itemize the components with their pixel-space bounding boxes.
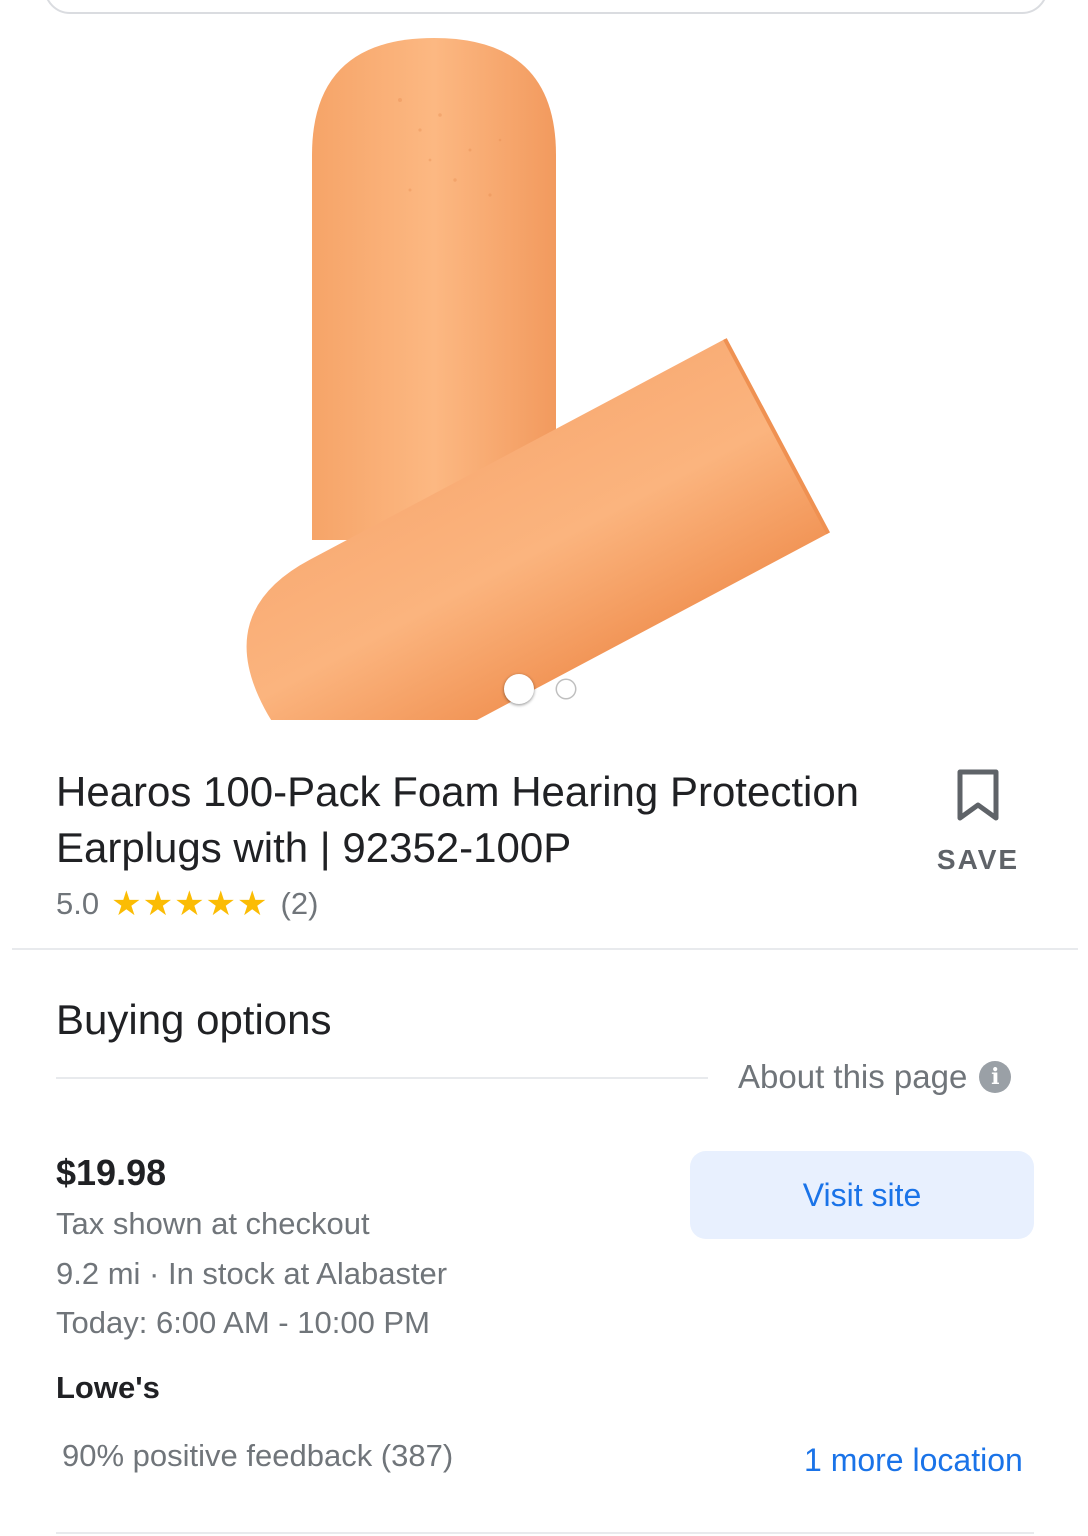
offer-price: $19.98 [56, 1152, 167, 1193]
save-label: SAVE [936, 844, 1020, 875]
divider [56, 1532, 1034, 1534]
star-rating-icon: ★★★★★ [111, 885, 269, 923]
divider [12, 948, 1078, 950]
seller-name[interactable]: Lowe's [56, 1370, 160, 1406]
image-carousel-dots[interactable] [500, 672, 600, 706]
review-count: (2) [280, 886, 319, 921]
tax-note: Tax shown at checkout [56, 1206, 370, 1241]
more-locations-link[interactable]: 1 more location [804, 1442, 1023, 1479]
product-title: Hearos 100-Pack Foam Hearing Protection … [56, 768, 860, 871]
carousel-dot[interactable] [557, 680, 575, 698]
search-bar-edge[interactable] [44, 0, 1048, 14]
info-icon: i [979, 1061, 1012, 1093]
seller-feedback: 90% positive feedback (387) [62, 1438, 454, 1473]
bookmark-icon [957, 769, 999, 821]
shopping-product-page: Hearos 100-Pack Foam Hearing Protection … [0, 0, 1088, 1536]
divider [56, 1077, 708, 1079]
carousel-dot-active[interactable] [504, 674, 534, 704]
save-button[interactable]: SAVE [928, 768, 1028, 876]
section-title: Buying options [56, 996, 332, 1043]
rating-value: 5.0 [56, 886, 100, 921]
product-image[interactable] [0, 20, 1088, 720]
stock-status: 9.2 mi · In stock at Alabaster [56, 1256, 448, 1291]
about-this-page-link[interactable]: About this page i [738, 1058, 1012, 1096]
visit-site-button[interactable]: Visit site [690, 1151, 1034, 1239]
rating-row[interactable]: 5.0 ★★★★★ (2) [56, 884, 318, 924]
store-hours: Today: 6:00 AM - 10:00 PM [56, 1305, 430, 1340]
about-label: About this page [738, 1058, 968, 1095]
